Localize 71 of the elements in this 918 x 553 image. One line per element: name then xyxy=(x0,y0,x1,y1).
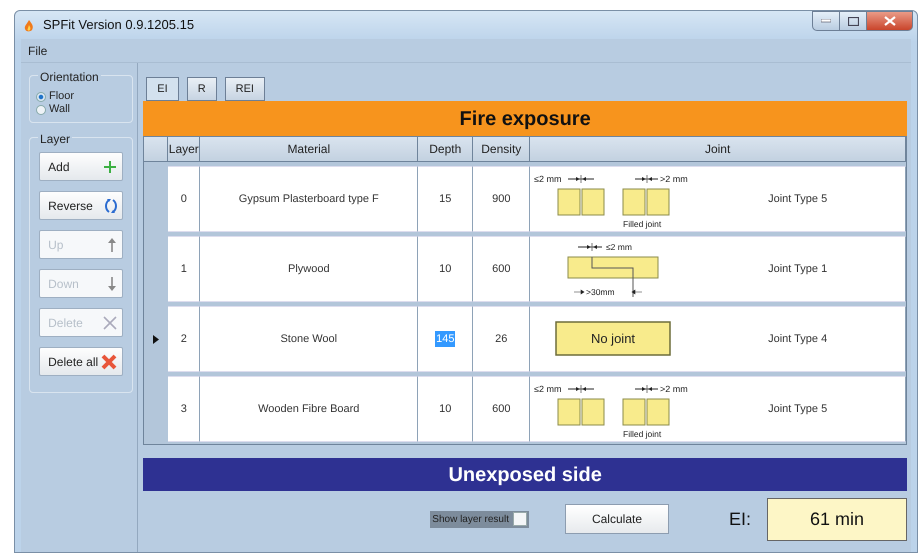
radio-option[interactable]: Floor xyxy=(36,90,126,103)
table-cell: 3 xyxy=(168,376,200,442)
joint-type-label: Joint Type 5 xyxy=(767,192,828,207)
table-cell: Wooden Fibre Board xyxy=(200,376,418,442)
table-cell: 2 xyxy=(168,306,200,372)
dimension-arrow xyxy=(574,278,643,298)
menu-item[interactable]: File xyxy=(25,42,50,60)
boards-drawing xyxy=(558,398,605,426)
boards-drawing xyxy=(622,188,670,216)
table-cell: Stone Wool xyxy=(200,306,418,372)
tab[interactable]: R xyxy=(186,77,217,101)
calculate-button[interactable]: Calculate xyxy=(564,504,669,534)
delete-icon xyxy=(103,316,118,330)
table-cell[interactable]: 10 xyxy=(439,260,452,278)
table-cell: 1 xyxy=(168,236,200,302)
reverse-arrows-icon xyxy=(105,198,118,214)
window-title: SPFit Version 0.9.1205.15 xyxy=(43,16,194,34)
column-header[interactable]: Material xyxy=(200,137,418,161)
layer-button[interactable]: Delete all xyxy=(39,347,124,376)
joint-caption: Filled joint xyxy=(623,429,662,439)
minimize-button[interactable] xyxy=(812,11,840,31)
minimize-icon xyxy=(821,19,831,23)
dimension-arrow xyxy=(634,384,659,394)
plus-icon xyxy=(103,160,118,174)
column-header[interactable]: Joint xyxy=(530,137,906,161)
close-icon xyxy=(884,16,896,26)
table-cell[interactable]: 10 xyxy=(439,400,452,418)
result-field: 61 min xyxy=(767,498,907,540)
dimension-label: >2 mm xyxy=(660,174,688,184)
dimension-arrow xyxy=(634,174,659,184)
tab[interactable]: EI xyxy=(146,77,179,101)
show-layer-result-checkbox[interactable]: Show layer result xyxy=(430,510,529,528)
table-cell: Gypsum Plasterboard type F xyxy=(200,166,418,232)
table-cell: 0 xyxy=(168,166,200,232)
table-cell: 26 xyxy=(473,306,530,372)
fire-exposure-banner: Fire exposure xyxy=(143,101,907,136)
boards-drawing xyxy=(622,398,670,426)
column-header[interactable]: Layer xyxy=(168,137,200,161)
column-header[interactable]: Depth xyxy=(418,137,474,161)
unexposed-side-banner: Unexposed side xyxy=(143,458,907,491)
joint-caption: Filled joint xyxy=(623,219,662,229)
result-label: EI: xyxy=(728,508,751,530)
dimension-arrow xyxy=(568,174,595,184)
table-cell: 600 xyxy=(473,376,530,442)
dimension-label: ≤2 mm xyxy=(606,242,632,252)
table-cell[interactable]: 15 xyxy=(439,190,452,208)
dimension-label: ≤2 mm xyxy=(534,174,562,184)
no-joint-block: No joint xyxy=(556,321,672,356)
radio-option[interactable]: Wall xyxy=(36,103,126,116)
tab[interactable]: REI xyxy=(224,77,265,101)
dimension-arrow xyxy=(568,384,595,394)
layer-button[interactable]: Reverse xyxy=(39,191,124,220)
dimension-label: >2 mm xyxy=(660,384,688,394)
up-arrow-icon xyxy=(107,236,118,252)
maximize-icon xyxy=(848,16,858,26)
down-arrow-icon xyxy=(107,276,118,292)
dimension-label: >30mm xyxy=(586,287,615,297)
dimension-arrow xyxy=(578,242,603,252)
joint-type-label: Joint Type 4 xyxy=(767,332,828,347)
joint-type-label: Joint Type 5 xyxy=(767,402,828,417)
layer-button[interactable]: Add xyxy=(39,152,124,181)
delete-all-icon xyxy=(101,354,118,370)
column-header[interactable]: Density xyxy=(473,137,530,161)
joint-type-label: Joint Type 1 xyxy=(767,262,828,277)
table-cell: 600 xyxy=(473,236,530,302)
boards-drawing xyxy=(558,188,605,216)
dimension-label: ≤2 mm xyxy=(534,384,562,394)
maximize-button[interactable] xyxy=(840,11,867,31)
table-cell: Plywood xyxy=(200,236,418,302)
close-button[interactable] xyxy=(867,11,913,31)
table-cell: 900 xyxy=(473,166,530,232)
